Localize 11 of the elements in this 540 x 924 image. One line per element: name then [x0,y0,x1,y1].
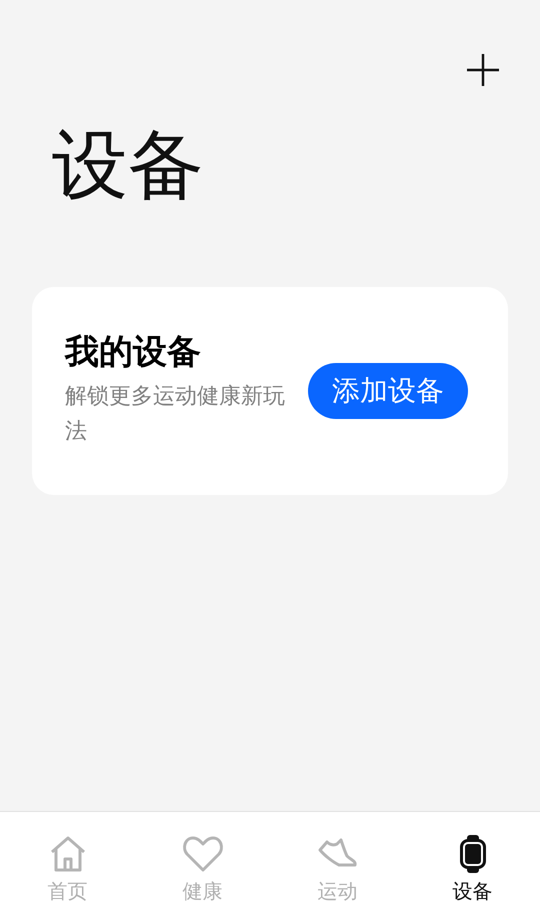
card-title: 我的设备 [65,332,201,374]
add-device-button[interactable]: 添加设备 [308,363,468,419]
page-title: 设备 [52,127,204,203]
card-subtitle: 解锁更多运动健康新玩法 [65,383,286,446]
nav-tab[interactable]: 健康 [135,812,270,924]
nav-tab[interactable]: 首页 [0,812,135,924]
heart-icon [182,834,224,874]
watch-icon [458,834,488,874]
nav-tab[interactable]: 设备 [405,812,540,924]
add-icon[interactable] [466,53,500,87]
nav-tab[interactable]: 运动 [270,812,405,924]
